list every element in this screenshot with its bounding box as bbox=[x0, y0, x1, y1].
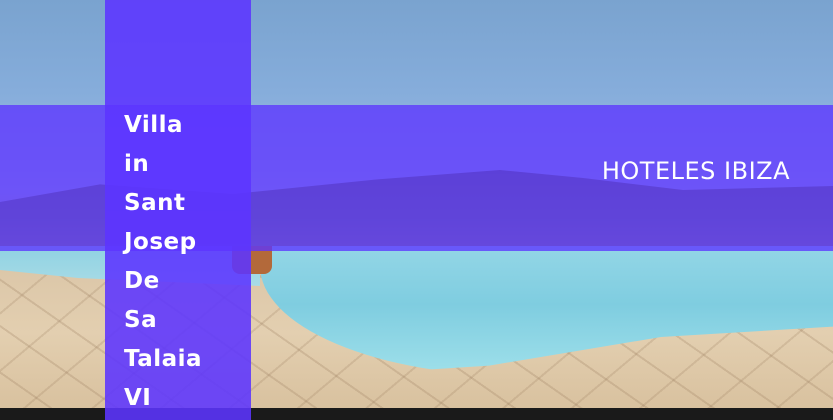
brand-link[interactable]: HOTELES IBIZA bbox=[602, 157, 790, 185]
title-word: in bbox=[124, 151, 150, 177]
title-word: Villa bbox=[124, 112, 184, 138]
title-word: Josep bbox=[124, 229, 197, 255]
title-word: Sa bbox=[124, 307, 158, 333]
villa-title: Villa in Sant Josep De Sa Talaia VI bbox=[124, 106, 244, 418]
title-word: De bbox=[124, 268, 160, 294]
title-word: VI bbox=[124, 385, 152, 411]
title-word: Sant bbox=[124, 190, 186, 216]
title-word: Talaia bbox=[124, 346, 203, 372]
